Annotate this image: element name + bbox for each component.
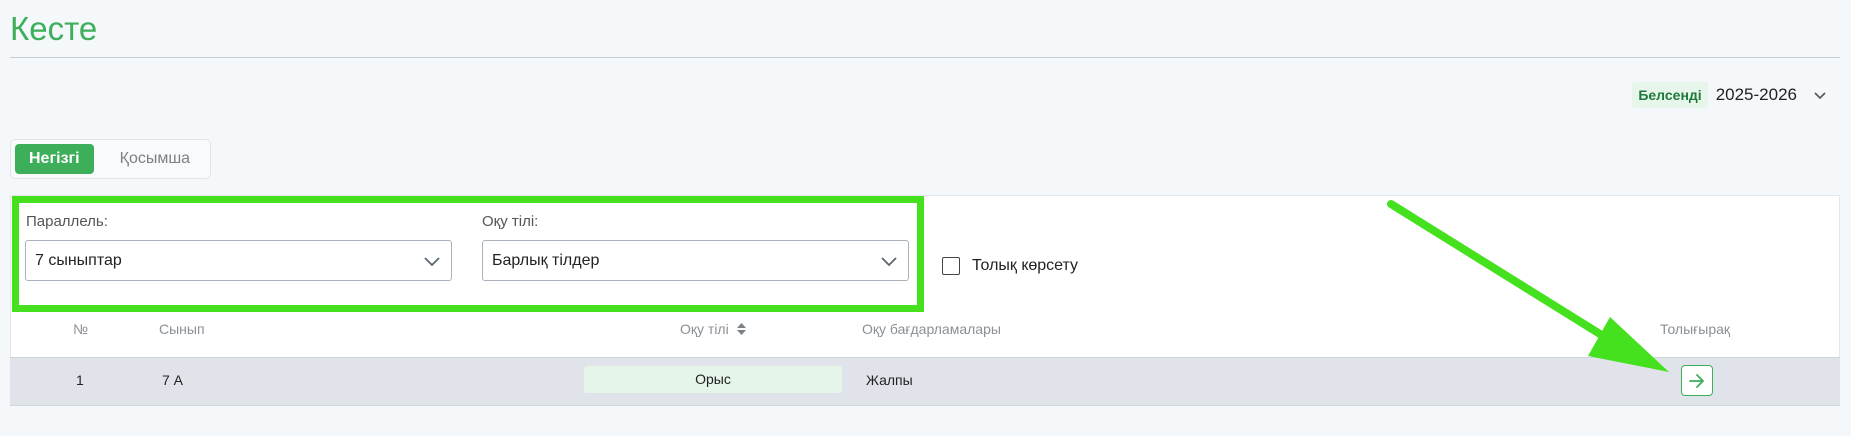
academic-year-value: 2025-2026 <box>1715 85 1797 104</box>
sort-icon[interactable] <box>736 323 746 335</box>
page-title: Кесте <box>10 10 98 47</box>
row-language-badge: Орыс <box>584 366 842 393</box>
table-row <box>10 357 1840 406</box>
filters-highlight-annotation <box>12 196 924 312</box>
title-divider <box>10 57 1840 58</box>
row-number: 1 <box>76 372 84 388</box>
row-class: 7 А <box>162 372 184 388</box>
chevron-down-icon[interactable] <box>1813 88 1827 102</box>
column-header-language[interactable]: Оқу тілі <box>680 321 746 337</box>
column-header-more: Толығырақ <box>1660 321 1731 337</box>
arrow-right-icon <box>1689 373 1704 388</box>
status-badge: Белсенді <box>1632 82 1708 108</box>
details-button[interactable] <box>1681 365 1713 396</box>
column-header-language-label: Оқу тілі <box>680 321 729 337</box>
tab-bar: Негізгі Қосымша <box>10 139 211 179</box>
column-header-number: № <box>73 321 89 337</box>
column-header-class: Сынып <box>159 321 205 337</box>
show-full-label: Толық көрсету <box>972 257 1079 274</box>
tab-additional[interactable]: Қосымша <box>108 144 202 174</box>
academic-year-selector[interactable]: Белсенді 2025-2026 <box>1632 82 1827 108</box>
show-full-checkbox[interactable] <box>942 257 960 275</box>
tab-main[interactable]: Негізгі <box>15 144 94 174</box>
row-program: Жалпы <box>866 372 913 388</box>
show-full-toggle[interactable]: Толық көрсету <box>942 257 1078 275</box>
column-header-programs: Оқу бағдарламалары <box>862 321 1001 337</box>
